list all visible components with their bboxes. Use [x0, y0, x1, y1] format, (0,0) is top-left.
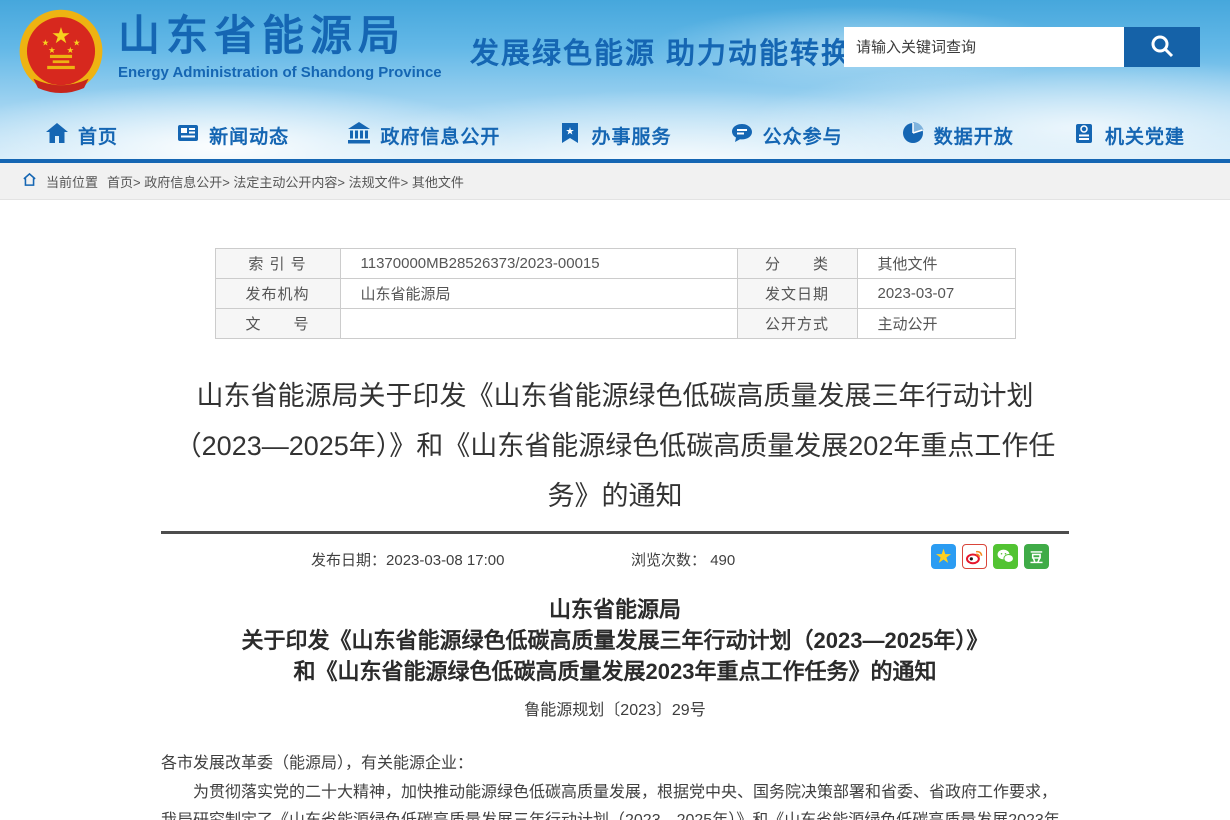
search-icon	[1149, 33, 1175, 62]
nav-label: 新闻动态	[209, 122, 289, 149]
breadcrumb-prefix: 当前位置	[46, 172, 98, 191]
view-count-label: 浏览次数：	[631, 552, 706, 569]
qzone-share-icon[interactable]: ★	[931, 544, 956, 569]
party-badge-icon	[1072, 121, 1096, 150]
svg-text:★: ★	[66, 46, 73, 55]
search-bar	[844, 27, 1200, 67]
publicity-method-value: 主动公开	[857, 309, 1015, 339]
document-info-table: 索 引 号 11370000MB28526373/2023-00015 分 类 …	[215, 248, 1016, 339]
nav-item-home[interactable]: 首页	[45, 121, 118, 150]
document-title: 山东省能源局 关于印发《山东省能源绿色低碳高质量发展三年行动计划（2023—20…	[161, 594, 1069, 687]
nav-item-participation[interactable]: 公众参与	[730, 121, 843, 150]
document-title-line: 关于印发《山东省能源绿色低碳高质量发展三年行动计划（2023—2025年）》	[161, 625, 1069, 656]
table-row: 索 引 号 11370000MB28526373/2023-00015 分 类 …	[215, 249, 1015, 279]
body-paragraph: 为贯彻落实党的二十大精神，加快推动能源绿色低碳高质量发展，根据党中央、国务院决策…	[161, 779, 1069, 820]
issue-date-label: 发文日期	[737, 279, 857, 309]
salutation-paragraph: 各市发展改革委（能源局），有关能源企业：	[161, 750, 1069, 779]
publish-date-label: 发布日期：	[311, 552, 386, 569]
svg-text:★: ★	[566, 126, 575, 137]
search-button[interactable]	[1124, 27, 1200, 67]
document-title-line: 和《山东省能源绿色低碳高质量发展2023年重点工作任务》的通知	[161, 656, 1069, 687]
wechat-share-icon[interactable]	[993, 544, 1018, 569]
search-input[interactable]	[844, 27, 1124, 67]
nav-item-news[interactable]: 新闻动态	[176, 121, 289, 150]
index-number-value: 11370000MB28526373/2023-00015	[340, 249, 737, 279]
nav-label: 首页	[78, 122, 118, 149]
weibo-share-icon[interactable]	[962, 544, 987, 569]
view-count-value: 490	[710, 552, 735, 569]
document-title-line: 山东省能源局	[161, 594, 1069, 625]
site-title-english: Energy Administration of Shandong Provin…	[118, 64, 442, 81]
svg-text:★: ★	[73, 39, 80, 48]
nav-label: 公众参与	[763, 122, 843, 149]
government-building-icon	[347, 121, 371, 150]
douban-share-icon[interactable]: 豆	[1024, 544, 1049, 569]
share-buttons: ★ 豆	[931, 544, 1049, 569]
issuing-agency-label: 发布机构	[215, 279, 340, 309]
svg-text:★: ★	[48, 46, 55, 55]
view-count: 浏览次数： 490	[631, 549, 735, 570]
breadcrumb-path[interactable]: 首页> 政府信息公开> 法定主动公开内容> 法规文件> 其他文件	[107, 172, 464, 191]
index-number-label: 索 引 号	[215, 249, 340, 279]
site-slogan: 发展绿色能源 助力动能转换	[470, 30, 852, 72]
publish-date-value: 2023-03-08 17:00	[386, 552, 504, 569]
issuing-agency-value: 山东省能源局	[340, 279, 737, 309]
site-header: ★ ★ ★ ★ ★ 山东省能源局 Energy Administration o…	[0, 0, 1230, 163]
article-meta: 发布日期：2023-03-08 17:00 浏览次数： 490 ★ 豆	[161, 534, 1069, 580]
pie-chart-icon	[901, 121, 925, 150]
site-title: 山东省能源局	[118, 12, 442, 60]
nav-item-open-data[interactable]: 数据开放	[901, 121, 1014, 150]
category-value: 其他文件	[857, 249, 1015, 279]
speech-bubble-icon	[730, 121, 754, 150]
news-icon	[176, 121, 200, 150]
nav-label: 办事服务	[591, 122, 671, 149]
article-container: 索 引 号 11370000MB28526373/2023-00015 分 类 …	[161, 248, 1069, 820]
breadcrumb: 当前位置 首页> 政府信息公开> 法定主动公开内容> 法规文件> 其他文件	[0, 163, 1230, 200]
publicity-method-label: 公开方式	[737, 309, 857, 339]
category-label: 分 类	[737, 249, 857, 279]
national-emblem-logo: ★ ★ ★ ★ ★	[15, 7, 107, 104]
nav-item-services[interactable]: ★ 办事服务	[558, 121, 671, 150]
table-row: 文 号 公开方式 主动公开	[215, 309, 1015, 339]
doc-number-label: 文 号	[215, 309, 340, 339]
document-reference-number: 鲁能源规划〔2023〕29号	[161, 696, 1069, 720]
nav-item-gov-info[interactable]: 政府信息公开	[347, 121, 500, 150]
nav-label: 数据开放	[934, 122, 1014, 149]
star-badge-icon: ★	[558, 121, 582, 150]
home-icon	[45, 121, 69, 150]
nav-item-party-building[interactable]: 机关党建	[1072, 121, 1185, 150]
document-body: 各市发展改革委（能源局），有关能源企业： 为贯彻落实党的二十大精神，加快推动能源…	[161, 750, 1069, 820]
table-row: 发布机构 山东省能源局 发文日期 2023-03-07	[215, 279, 1015, 309]
breadcrumb-home-icon	[22, 172, 37, 190]
svg-text:★: ★	[51, 23, 71, 48]
main-navigation: 首页 新闻动态	[0, 111, 1230, 159]
page-title: 山东省能源局关于印发《山东省能源绿色低碳高质量发展三年行动计划（2023—202…	[161, 371, 1069, 521]
issue-date-value: 2023-03-07	[857, 279, 1015, 309]
doc-number-value	[340, 309, 737, 339]
nav-label: 政府信息公开	[380, 122, 500, 149]
publish-date: 发布日期：2023-03-08 17:00	[311, 549, 504, 570]
nav-label: 机关党建	[1105, 122, 1185, 149]
